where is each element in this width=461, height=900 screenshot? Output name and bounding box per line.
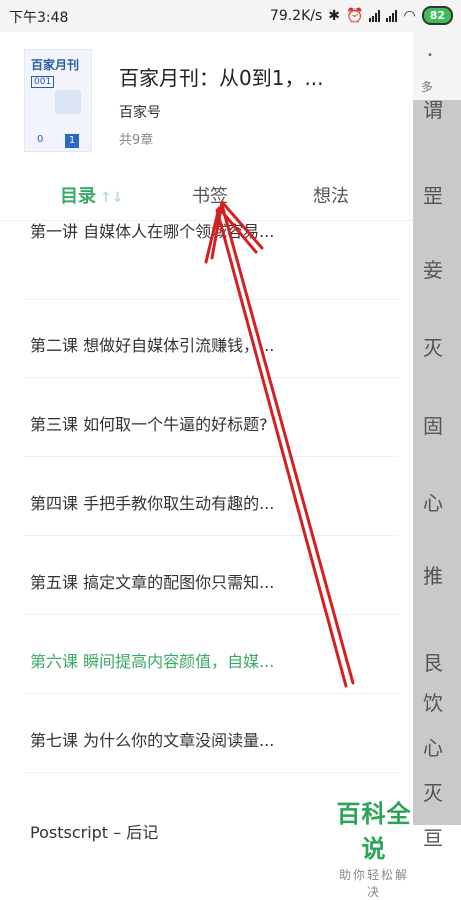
watermark-slogan: 助你轻松解决 xyxy=(338,868,409,899)
annotation-arrow xyxy=(204,200,355,688)
reader-page-glyph: 亘 xyxy=(423,826,443,850)
